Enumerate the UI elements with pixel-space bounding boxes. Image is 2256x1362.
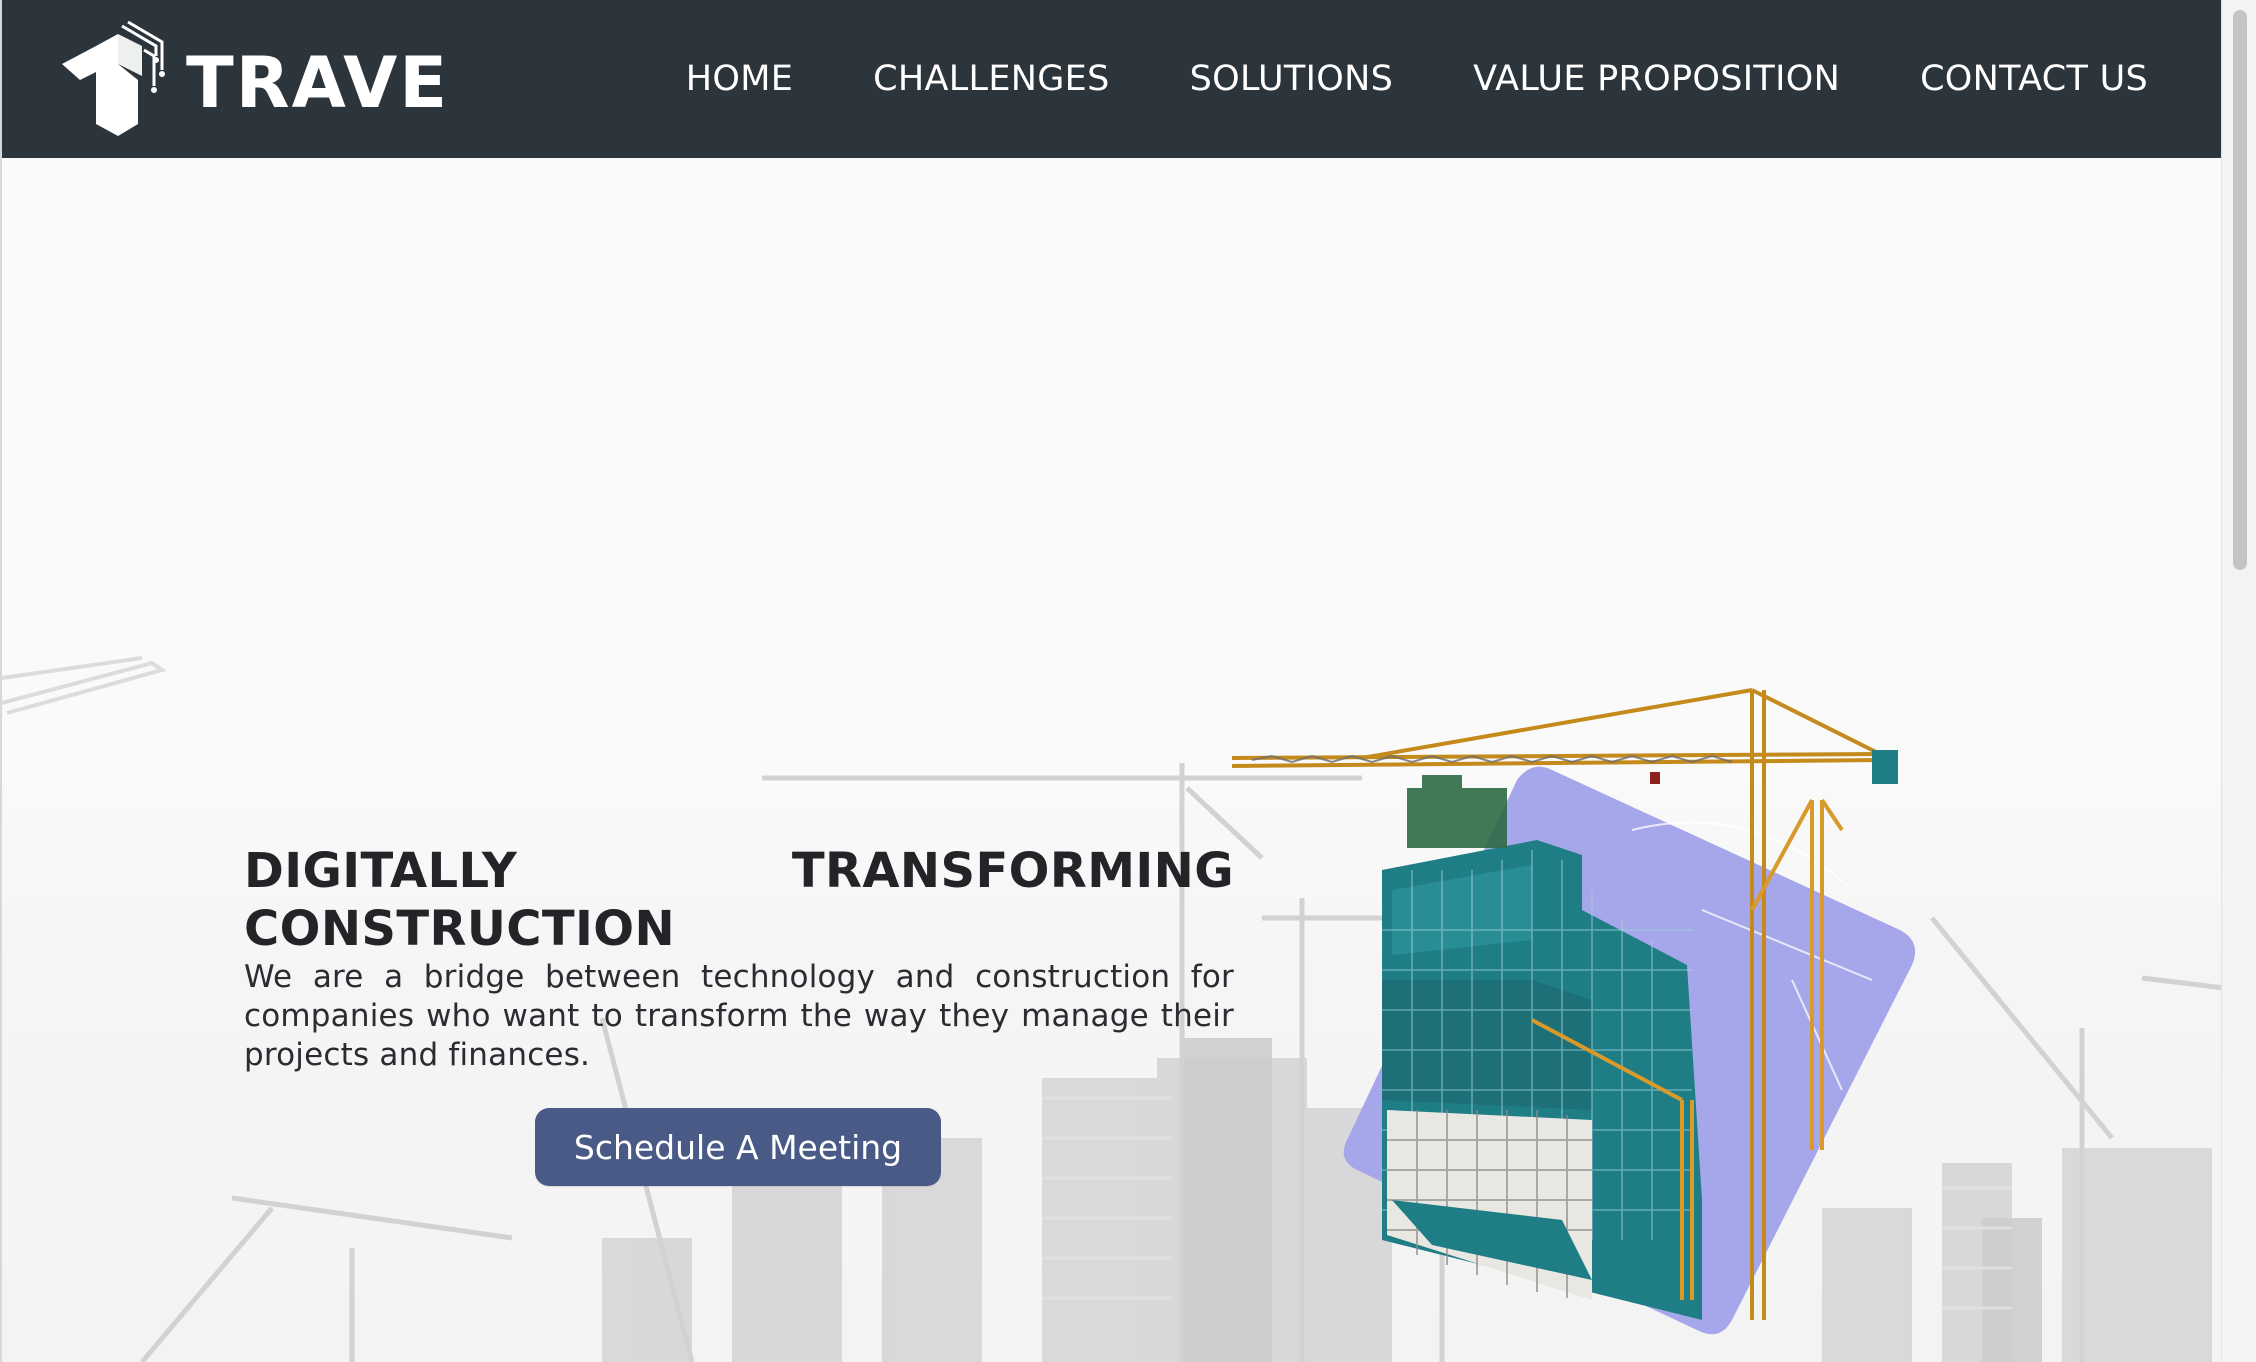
nav-home[interactable]: HOME bbox=[686, 59, 793, 99]
vertical-scrollbar[interactable] bbox=[2221, 0, 2256, 1362]
scrollbar-thumb[interactable] bbox=[2233, 10, 2247, 570]
schedule-meeting-button[interactable]: Schedule A Meeting bbox=[535, 1108, 941, 1186]
construction-building-crane-illustration bbox=[1232, 688, 1916, 1335]
nav-solutions[interactable]: SOLUTIONS bbox=[1190, 59, 1394, 99]
brand-name: TRAVE bbox=[186, 42, 450, 124]
nav-challenges[interactable]: CHALLENGES bbox=[873, 59, 1109, 99]
hero-description: We are a bridge between technology and c… bbox=[244, 959, 1234, 1073]
trave-logo-icon bbox=[62, 20, 165, 136]
top-navbar: TRAVE HOME CHALLENGES SOLUTIONS VALUE PR… bbox=[2, 0, 2222, 158]
page-viewport: TRAVE HOME CHALLENGES SOLUTIONS VALUE PR… bbox=[0, 0, 2222, 1362]
nav-value-proposition[interactable]: VALUE PROPOSITION bbox=[1473, 59, 1840, 99]
nav-contact-us[interactable]: CONTACT US bbox=[1920, 59, 2148, 99]
hero-title: DIGITALLY TRANSFORMING CONSTRUCTION bbox=[244, 843, 1234, 957]
hero-section: DIGITALLY TRANSFORMING CONSTRUCTION We a… bbox=[244, 842, 1234, 1075]
main-navigation: HOME CHALLENGES SOLUTIONS VALUE PROPOSIT… bbox=[686, 0, 2148, 158]
brand-logo[interactable]: TRAVE bbox=[56, 20, 447, 136]
